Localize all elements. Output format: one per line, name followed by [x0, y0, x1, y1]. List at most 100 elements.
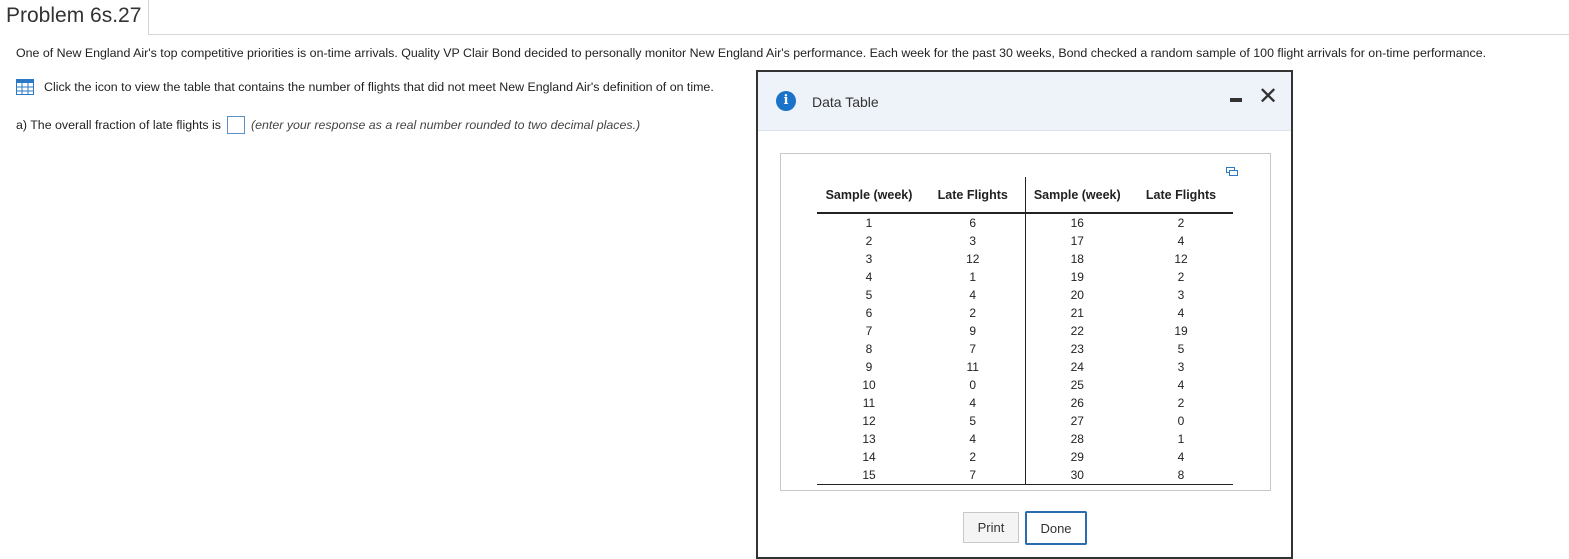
col-header: Late Flights: [921, 177, 1026, 214]
question-hint: (enter your response as a real number ro…: [251, 118, 641, 132]
table-row: 13 4 28 1: [817, 430, 1233, 448]
table-cell: 14: [862, 450, 876, 464]
table-cell: 8: [865, 342, 873, 356]
table-row: 7 9 22 19: [817, 322, 1233, 340]
table-cell: 7: [865, 324, 873, 338]
table-cell: 21: [1070, 306, 1084, 320]
table-row: 9 11 24 3: [817, 358, 1233, 376]
table-row: 14 2 29 4: [817, 448, 1233, 466]
table-row: 12 5 27 0: [817, 412, 1233, 430]
question-label: a) The overall fraction of late flights …: [16, 118, 222, 132]
dialog-title: Data Table: [812, 94, 879, 110]
table-cell: 3: [1177, 288, 1185, 302]
table-cell: 3: [865, 252, 873, 266]
table-link-row[interactable]: Click the icon to view the table that co…: [16, 79, 714, 95]
table-cell: 1: [865, 216, 873, 230]
table-header-row: Sample (week) Late Flights Sample (week)…: [817, 177, 1233, 214]
table-cell: 12: [862, 414, 876, 428]
copy-icon[interactable]: [1226, 164, 1238, 176]
table-cell: 7: [921, 466, 1026, 485]
table-row: 5 4 20 3: [817, 286, 1233, 304]
table-cell: 5: [865, 288, 873, 302]
info-icon: i: [776, 91, 796, 111]
table-cell: 24: [1070, 360, 1084, 374]
table-cell: 1: [921, 268, 1026, 286]
table-cell: 4: [1177, 306, 1185, 320]
table-cell: 30: [1025, 466, 1129, 485]
table-cell: 2: [1177, 270, 1185, 284]
table-cell: 22: [1070, 324, 1084, 338]
table-row: 3 12 18 12: [817, 250, 1233, 268]
table-cell: 15: [817, 466, 921, 485]
question-a: a) The overall fraction of late flights …: [16, 116, 640, 134]
table-cell: 16: [1070, 216, 1084, 230]
table-cell: 19: [1174, 324, 1188, 338]
close-icon[interactable]: ✕: [1258, 84, 1278, 108]
table-cell: 4: [1177, 450, 1185, 464]
table-cell: 2: [921, 304, 1026, 322]
table-cell: 8: [1129, 466, 1233, 485]
table-cell: 26: [1070, 396, 1084, 410]
table-cell: 11: [921, 358, 1026, 376]
data-table-panel: Sample (week) Late Flights Sample (week)…: [780, 153, 1271, 491]
table-link-text: Click the icon to view the table that co…: [44, 80, 714, 94]
table-cell: 13: [862, 432, 876, 446]
table-cell: 27: [1070, 414, 1084, 428]
table-cell: 2: [921, 448, 1026, 466]
col-header: Sample (week): [1025, 177, 1129, 214]
late-flights-table: Sample (week) Late Flights Sample (week)…: [817, 177, 1233, 485]
data-table-dialog: i Data Table ✕ Sample (week) Late Flight…: [756, 70, 1293, 559]
table-cell: 28: [1070, 432, 1084, 446]
table-cell: 3: [921, 232, 1026, 250]
dialog-header[interactable]: i Data Table ✕: [758, 72, 1291, 131]
table-cell: 18: [1070, 252, 1084, 266]
table-row: 4 1 19 2: [817, 268, 1233, 286]
table-cell: 3: [1177, 360, 1185, 374]
table-row: 10 0 25 4: [817, 376, 1233, 394]
table-cell: 4: [1177, 378, 1185, 392]
table-cell: 6: [865, 306, 873, 320]
table-cell: 23: [1070, 342, 1084, 356]
table-cell: 2: [1177, 216, 1185, 230]
table-cell: 9: [865, 360, 873, 374]
table-cell: 19: [1070, 270, 1084, 284]
title-bar: Problem 6s.27: [0, 0, 1569, 35]
table-cell: 20: [1070, 288, 1084, 302]
answer-input[interactable]: [227, 116, 246, 134]
minimize-icon[interactable]: [1230, 98, 1242, 102]
col-header: Sample (week): [817, 177, 921, 214]
table-cell: 0: [1177, 414, 1185, 428]
table-cell: 2: [1177, 396, 1185, 410]
table-cell: 10: [862, 378, 876, 392]
problem-statement: One of New England Air's top competitive…: [16, 46, 1487, 60]
table-cell: 4: [1177, 234, 1185, 248]
table-cell: 5: [921, 412, 1026, 430]
table-row: 6 2 21 4: [817, 304, 1233, 322]
table-cell: 4: [865, 270, 873, 284]
table-row: 8 7 23 5: [817, 340, 1233, 358]
table-cell: 12: [1174, 252, 1188, 266]
table-cell: 11: [862, 396, 876, 410]
table-cell: 6: [921, 213, 1026, 232]
print-button[interactable]: Print: [963, 512, 1019, 543]
table-cell: 12: [921, 250, 1026, 268]
table-cell: 4: [921, 286, 1026, 304]
table-row: 11 4 26 2: [817, 394, 1233, 412]
table-grid-icon[interactable]: [16, 79, 34, 95]
table-cell: 29: [1070, 450, 1084, 464]
table-cell: 4: [921, 394, 1026, 412]
table-row: 1 6 16 2: [817, 213, 1233, 232]
page-title: Problem 6s.27: [0, 0, 150, 35]
done-button[interactable]: Done: [1025, 511, 1087, 545]
table-row: 2 3 17 4: [817, 232, 1233, 250]
table-cell: 7: [921, 340, 1026, 358]
col-header: Late Flights: [1129, 177, 1233, 214]
table-cell: 2: [865, 234, 873, 248]
table-cell: 25: [1070, 378, 1084, 392]
table-cell: 5: [1177, 342, 1185, 356]
table-cell: 17: [1070, 234, 1084, 248]
table-cell: 4: [921, 430, 1026, 448]
table-cell: 1: [1177, 432, 1185, 446]
table-cell: 9: [921, 322, 1026, 340]
table-row: 15 7 30 8: [817, 466, 1233, 485]
